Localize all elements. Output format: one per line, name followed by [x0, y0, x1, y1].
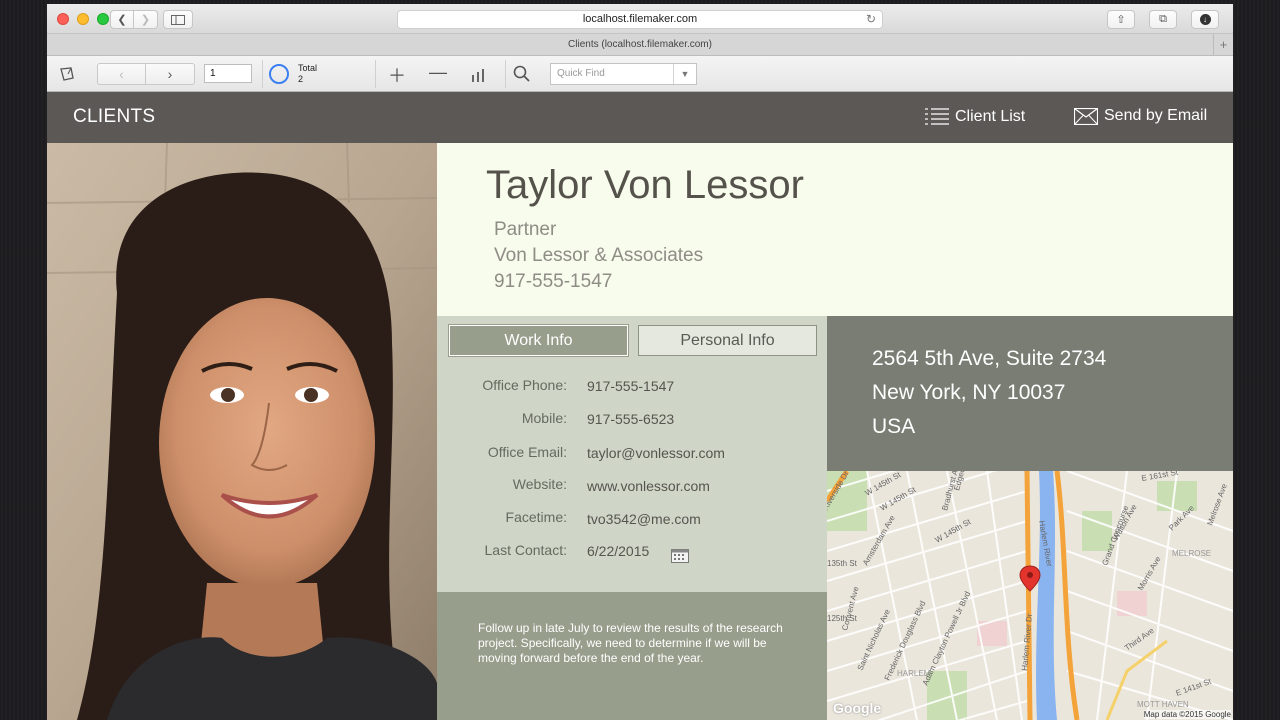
share-button[interactable]: ⇧	[1107, 10, 1135, 29]
share-icon: ⇧	[1116, 14, 1126, 26]
map-label: MELROSE	[1172, 549, 1211, 558]
work-info-panel: Work Info Personal Info Office Phone: 91…	[437, 316, 827, 592]
website-field[interactable]: www.vonlessor.com	[587, 478, 710, 494]
address-bar[interactable]: localhost.filemaker.com ↻	[397, 10, 883, 29]
notes-field[interactable]: Follow up in late July to review the res…	[478, 621, 808, 666]
search-icon	[513, 65, 530, 82]
next-record-button[interactable]: ›	[146, 63, 195, 85]
client-company: Von Lessor & Associates	[494, 245, 704, 266]
list-icon	[925, 108, 949, 125]
address-panel: 2564 5th Ave, Suite 2734 New York, NY 10…	[827, 316, 1233, 471]
sidebar-icon	[171, 14, 185, 25]
last-contact-label: Last Contact:	[484, 542, 568, 558]
zoom-window-button[interactable]	[97, 13, 109, 25]
tab-work-info[interactable]: Work Info	[449, 325, 628, 356]
browser-window: ❮ ❯ localhost.filemaker.com ↻ ⇧ ⧉ ↓ Clie…	[47, 4, 1233, 720]
quick-find-input[interactable]: Quick Find ▼	[550, 63, 697, 85]
page-title: CLIENTS	[73, 106, 156, 127]
back-button[interactable]: ❮	[110, 10, 134, 29]
reload-icon[interactable]: ↻	[866, 11, 876, 28]
client-title: Partner	[494, 219, 557, 240]
downloads-button[interactable]: ↓	[1191, 10, 1219, 29]
delete-record-button[interactable]: —	[429, 62, 447, 83]
mobile-field[interactable]: 917-555-6523	[587, 411, 674, 427]
chevron-left-icon: ❮	[117, 14, 127, 26]
tab-title: Clients (localhost.filemaker.com)	[568, 39, 712, 50]
record-count-pie-icon	[269, 64, 289, 84]
new-record-button[interactable]: ＋	[388, 62, 406, 88]
current-record-input[interactable]: 1	[204, 64, 252, 83]
office-email-label: Office Email:	[487, 444, 567, 460]
window-controls	[57, 13, 109, 25]
address-line2[interactable]: New York, NY 10037	[872, 381, 1065, 405]
bar-chart-icon	[472, 69, 484, 82]
address-map[interactable]: Riverside Dr W 145th St Amsterdam Ave W …	[827, 471, 1233, 720]
filemaker-toolbar: ‹ › 1 Total 2 ＋ — Quick Find ▼	[47, 56, 1233, 92]
client-name: Taylor Von Lessor	[486, 163, 804, 207]
address-line3[interactable]: USA	[872, 415, 915, 439]
toolbar-divider	[505, 60, 506, 88]
address-line1[interactable]: 2564 5th Ave, Suite 2734	[872, 347, 1106, 371]
client-detail: Taylor Von Lessor Partner Von Lessor & A…	[47, 143, 1233, 720]
minus-icon: —	[429, 62, 447, 82]
tabs-icon: ⧉	[1159, 13, 1167, 25]
tab-personal-info[interactable]: Personal Info	[638, 325, 817, 356]
client-list-label: Client List	[955, 108, 1026, 125]
office-phone-field[interactable]: 917-555-1547	[587, 378, 674, 394]
map-label: 125th St	[827, 614, 858, 623]
minimize-window-button[interactable]	[77, 13, 89, 25]
client-photo	[47, 143, 437, 720]
map-label: MOTT HAVEN	[1137, 700, 1189, 709]
record-total: Total 2	[298, 63, 317, 85]
browser-tab[interactable]: Clients (localhost.filemaker.com) +	[47, 34, 1233, 56]
tabs-overview-button[interactable]: ⧉	[1149, 10, 1177, 29]
send-by-email-button[interactable]: Send by Email	[1074, 107, 1207, 125]
browser-actions: ⇧ ⧉ ↓	[1107, 10, 1219, 29]
client-phone: 917-555-1547	[494, 271, 613, 292]
plus-icon: ＋	[388, 66, 406, 86]
quick-find-placeholder: Quick Find	[557, 68, 605, 79]
notes-panel: Follow up in late July to review the res…	[437, 592, 827, 720]
calendar-icon[interactable]	[671, 547, 689, 563]
chevron-down-icon[interactable]: ▼	[673, 64, 696, 84]
facetime-field[interactable]: tvo3542@me.com	[587, 511, 701, 527]
previous-record-button[interactable]: ‹	[97, 63, 146, 85]
toolbar-divider	[375, 60, 376, 88]
envelope-icon	[1074, 107, 1098, 125]
chevron-right-icon: ›	[167, 66, 173, 82]
find-button[interactable]	[513, 65, 531, 88]
toolbar-divider	[262, 60, 263, 88]
record-navigation: ‹ ›	[97, 63, 195, 85]
sort-button[interactable]	[471, 66, 485, 87]
map-label: HARLEM	[897, 669, 931, 678]
total-label: Total	[298, 63, 318, 73]
map-credit[interactable]: Map data ©2015 Google	[1143, 710, 1231, 719]
url-text: localhost.filemaker.com	[582, 13, 698, 25]
office-email-field[interactable]: taylor@vonlessor.com	[587, 445, 725, 461]
forward-button[interactable]: ❯	[134, 10, 158, 29]
client-name-panel: Taylor Von Lessor Partner Von Lessor & A…	[437, 143, 1233, 316]
layout-menu-icon[interactable]	[59, 66, 75, 86]
app-header: CLIENTS Client List Send by Email	[47, 92, 1233, 144]
google-logo: Google	[833, 700, 882, 716]
send-email-label: Send by Email	[1104, 107, 1208, 124]
client-list-button[interactable]: Client List	[925, 107, 1025, 127]
chevron-right-icon: ❯	[140, 14, 151, 26]
facetime-label: Facetime:	[505, 509, 567, 525]
mobile-label: Mobile:	[521, 410, 567, 426]
history-nav: ❮ ❯	[110, 10, 158, 29]
close-window-button[interactable]	[57, 13, 69, 25]
sidebar-toggle-button[interactable]	[163, 10, 193, 29]
browser-titlebar: ❮ ❯ localhost.filemaker.com ↻ ⇧ ⧉ ↓	[47, 4, 1233, 34]
map-label: 135th St	[827, 559, 858, 568]
total-count: 2	[298, 74, 304, 84]
new-tab-button[interactable]: +	[1213, 34, 1233, 55]
chevron-left-icon: ‹	[119, 66, 124, 82]
download-icon: ↓	[1199, 14, 1211, 25]
last-contact-field[interactable]: 6/22/2015	[587, 543, 649, 559]
office-phone-label: Office Phone:	[482, 377, 567, 393]
website-label: Website:	[512, 476, 567, 492]
